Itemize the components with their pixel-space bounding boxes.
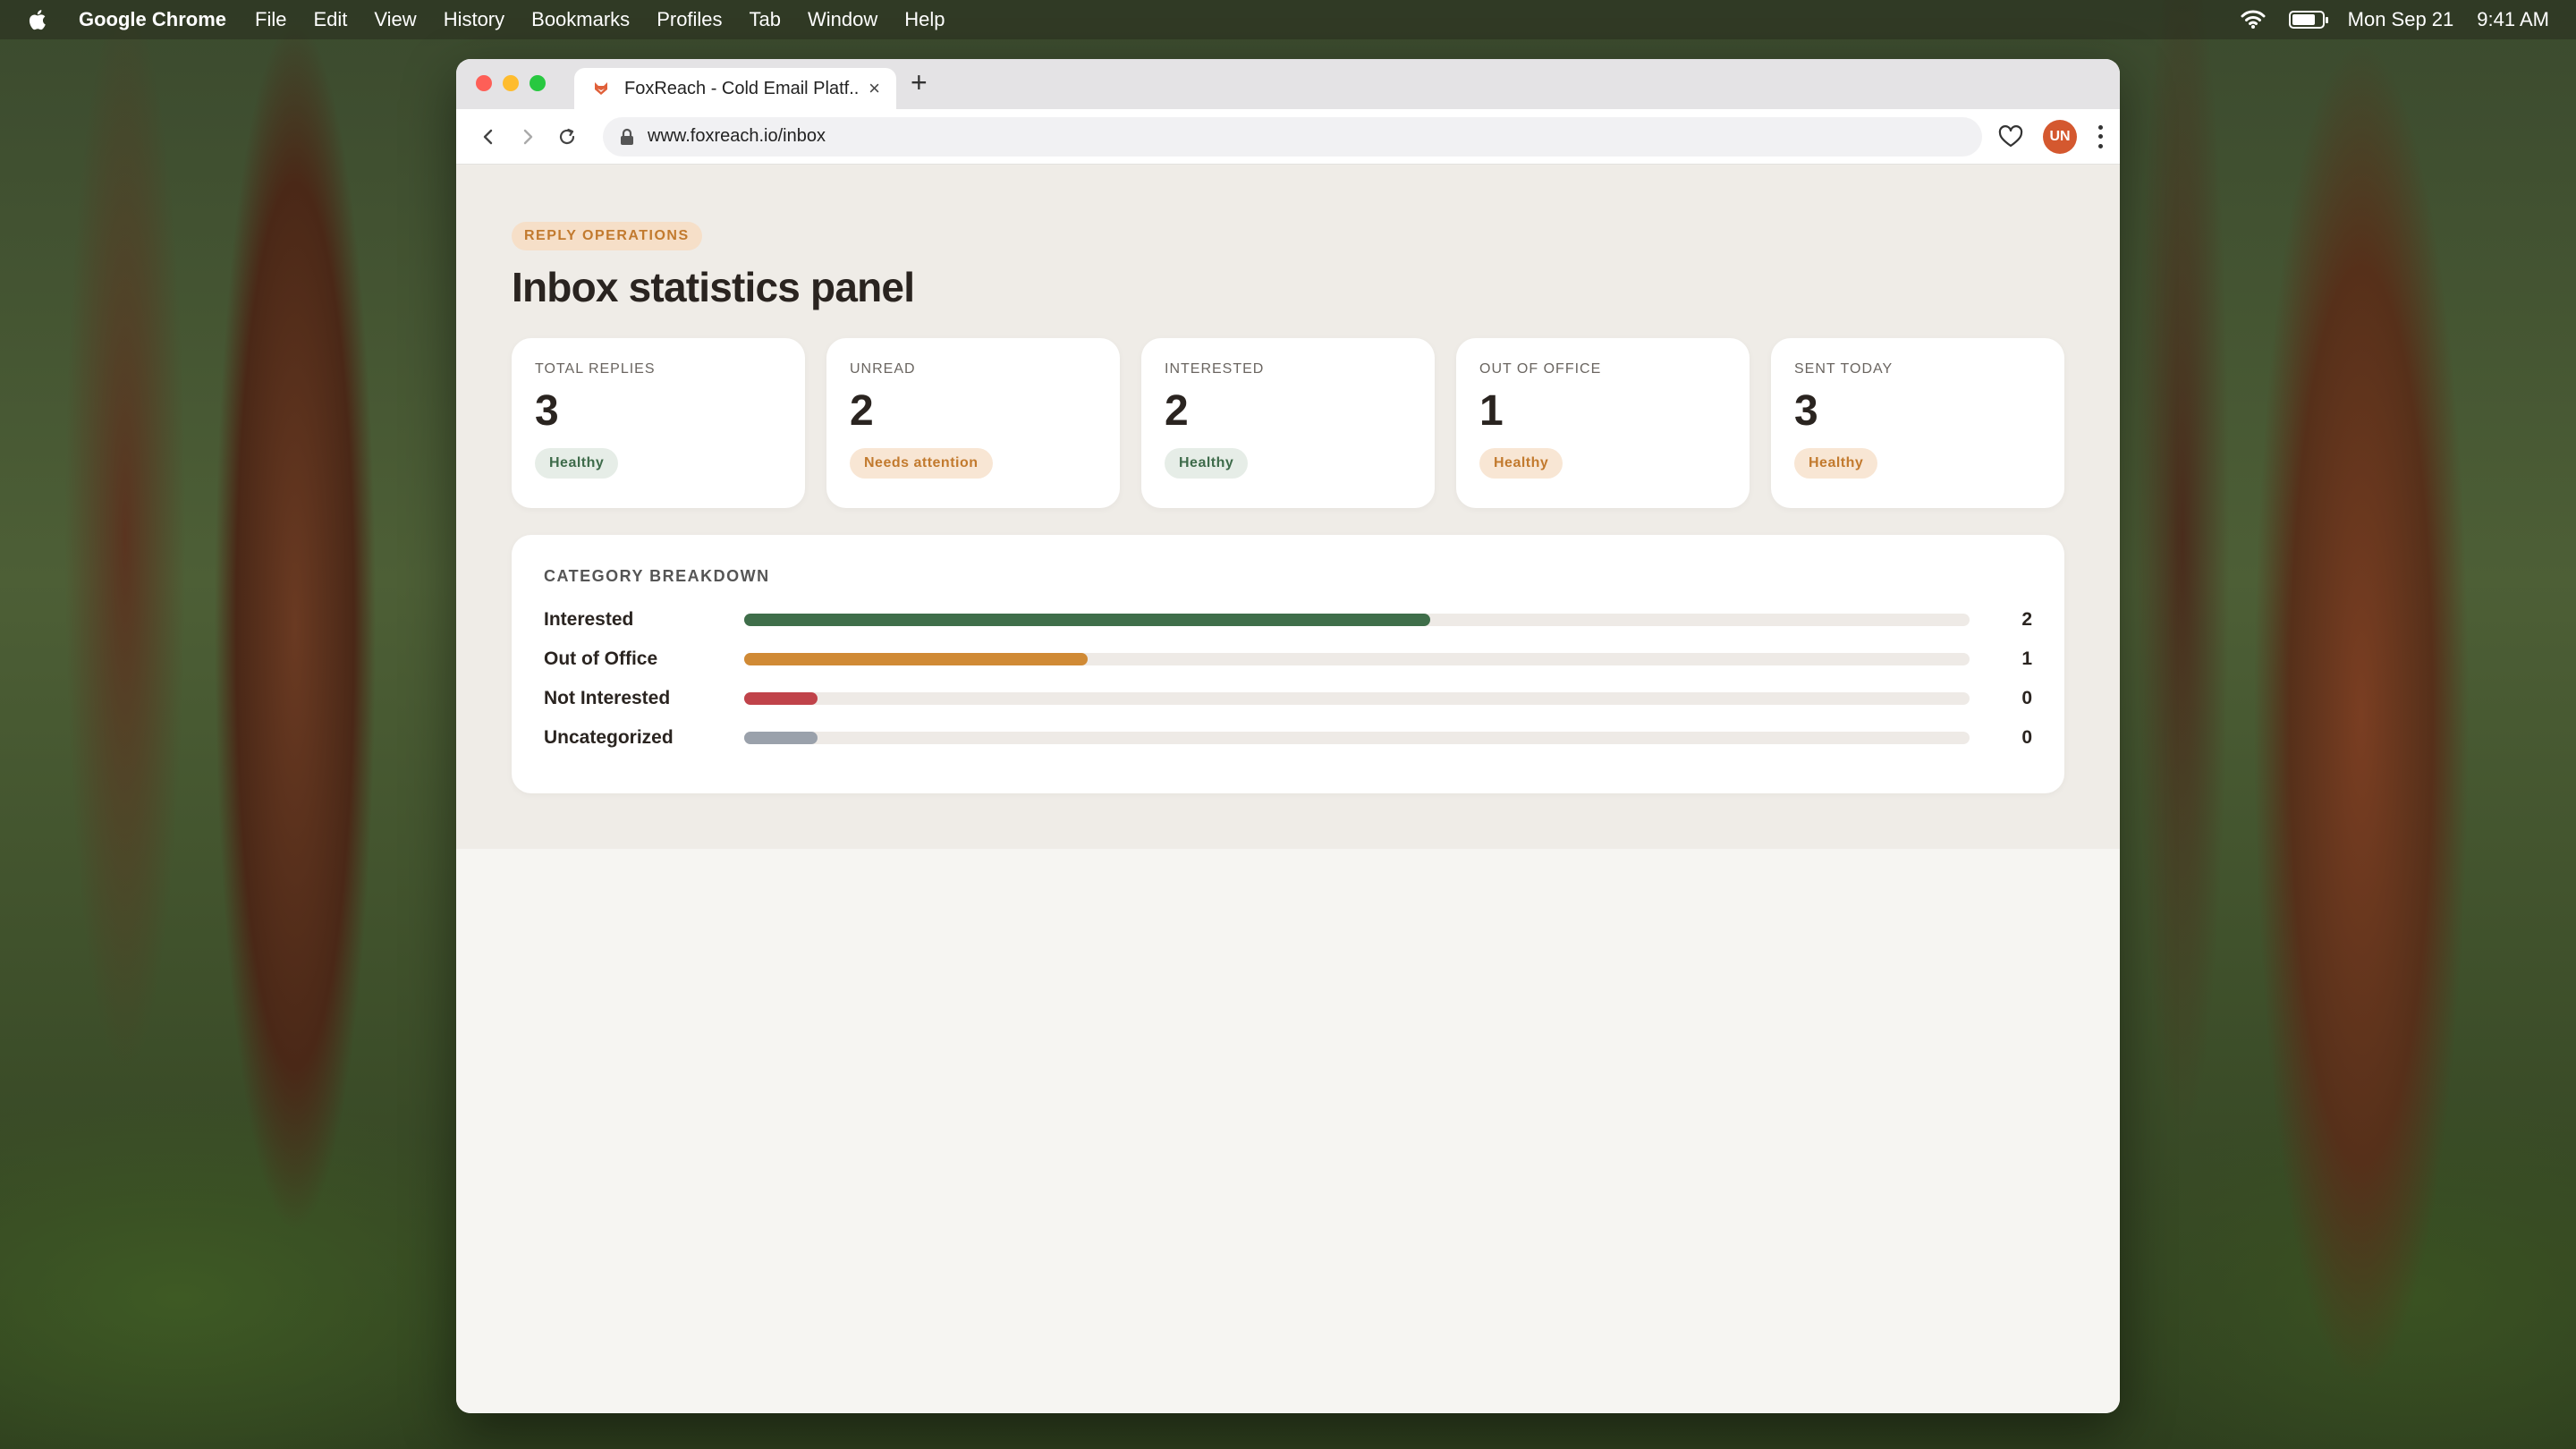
status-badge: Healthy bbox=[535, 448, 619, 479]
heart-icon[interactable] bbox=[1998, 124, 2023, 148]
breakdown-title: CATEGORY BREAKDOWN bbox=[544, 567, 770, 585]
page-content: REPLY OPERATIONS Inbox statistics panel … bbox=[456, 165, 2120, 1413]
menu-bookmarks[interactable]: Bookmarks bbox=[531, 8, 630, 31]
stat-card-out-of-office: OUT OF OFFICE 1 Healthy bbox=[1456, 338, 1750, 508]
status-badge: Healthy bbox=[1794, 448, 1878, 479]
forward-arrow-icon[interactable] bbox=[512, 121, 544, 153]
category-bar-track bbox=[744, 692, 1970, 705]
category-bar-track bbox=[744, 614, 1970, 626]
stat-label: INTERESTED bbox=[1165, 361, 1265, 377]
close-window-button[interactable] bbox=[476, 75, 492, 91]
menu-help[interactable]: Help bbox=[904, 8, 945, 31]
menu-date[interactable]: Mon Sep 21 bbox=[2348, 8, 2454, 31]
stat-value: 3 bbox=[1794, 387, 1818, 435]
stat-card-interested: INTERESTED 2 Healthy bbox=[1141, 338, 1435, 508]
stat-label: UNREAD bbox=[850, 361, 916, 377]
stat-value: 1 bbox=[1479, 387, 1504, 435]
tab-foxreach[interactable]: FoxReach - Cold Email Platf... × bbox=[574, 68, 896, 109]
category-bar-fill bbox=[744, 614, 1431, 626]
more-menu-icon[interactable] bbox=[2097, 124, 2104, 148]
page-title: Inbox statistics panel bbox=[512, 264, 915, 310]
menu-window[interactable]: Window bbox=[808, 8, 877, 31]
status-badge: Needs attention bbox=[850, 448, 993, 479]
menu-bar-status: Mon Sep 21 9:41 AM bbox=[2241, 8, 2549, 31]
stat-value: 2 bbox=[1165, 387, 1189, 435]
category-label: Interested bbox=[544, 609, 634, 630]
menu-edit[interactable]: Edit bbox=[313, 8, 347, 31]
stat-value: 3 bbox=[535, 387, 559, 435]
category-count: 0 bbox=[2021, 688, 2032, 708]
category-bar-fill bbox=[744, 692, 818, 705]
breakdown-row-not-interested: Not Interested 0 bbox=[544, 679, 2032, 718]
category-bar-track bbox=[744, 653, 1970, 665]
profile-avatar[interactable]: UN bbox=[2043, 119, 2077, 154]
category-bar-fill bbox=[744, 653, 1088, 665]
menu-history[interactable]: History bbox=[444, 8, 504, 31]
status-badge: Healthy bbox=[1479, 448, 1563, 479]
breakdown-row-uncategorized: Uncategorized 0 bbox=[544, 718, 2032, 758]
new-tab-plus-icon[interactable]: + bbox=[911, 68, 928, 97]
stat-card-sent-today: SENT TODAY 3 Healthy bbox=[1771, 338, 2064, 508]
status-badge: Healthy bbox=[1165, 448, 1249, 479]
stat-card-total-replies: TOTAL REPLIES 3 Healthy bbox=[512, 338, 805, 508]
fox-favicon-icon bbox=[595, 82, 607, 95]
battery-icon[interactable] bbox=[2288, 11, 2328, 29]
menu-tab[interactable]: Tab bbox=[750, 8, 781, 31]
back-arrow-icon[interactable] bbox=[472, 121, 504, 153]
minimize-window-button[interactable] bbox=[503, 75, 519, 91]
menu-app-name[interactable]: Google Chrome bbox=[79, 8, 226, 31]
maximize-window-button[interactable] bbox=[530, 75, 546, 91]
stat-label: OUT OF OFFICE bbox=[1479, 361, 1602, 377]
category-count: 0 bbox=[2021, 727, 2032, 748]
url-text: www.foxreach.io/inbox bbox=[648, 126, 826, 146]
category-count: 2 bbox=[2021, 609, 2032, 630]
inbox-statistics-panel: REPLY OPERATIONS Inbox statistics panel … bbox=[456, 165, 2120, 849]
category-breakdown-card: CATEGORY BREAKDOWN Interested 2 Out of O… bbox=[512, 535, 2064, 793]
window-controls bbox=[476, 75, 546, 91]
category-bar-track bbox=[744, 732, 1970, 744]
menu-time[interactable]: 9:41 AM bbox=[2477, 8, 2549, 31]
stat-card-unread: UNREAD 2 Needs attention bbox=[826, 338, 1120, 508]
tab-close-icon[interactable]: × bbox=[869, 77, 880, 100]
stats-row: TOTAL REPLIES 3 Healthy UNREAD 2 Needs a… bbox=[512, 338, 2064, 508]
breakdown-row-interested: Interested 2 bbox=[544, 600, 2032, 640]
browser-toolbar: www.foxreach.io/inbox UN bbox=[456, 109, 2120, 165]
menu-file[interactable]: File bbox=[255, 8, 286, 31]
reload-icon[interactable] bbox=[551, 121, 583, 153]
wifi-icon[interactable] bbox=[2241, 10, 2266, 30]
stat-label: SENT TODAY bbox=[1794, 361, 1894, 377]
category-bar-fill bbox=[744, 732, 818, 744]
category-label: Not Interested bbox=[544, 688, 671, 708]
section-eyebrow: REPLY OPERATIONS bbox=[512, 222, 702, 250]
breakdown-row-out-of-office: Out of Office 1 bbox=[544, 640, 2032, 679]
category-label: Uncategorized bbox=[544, 727, 674, 748]
stat-value: 2 bbox=[850, 387, 874, 435]
category-label: Out of Office bbox=[544, 648, 658, 669]
apple-icon[interactable] bbox=[27, 8, 48, 31]
lock-icon bbox=[621, 128, 633, 145]
address-bar[interactable]: www.foxreach.io/inbox bbox=[603, 116, 1982, 157]
toolbar-actions: UN bbox=[1998, 119, 2104, 154]
browser-window: FoxReach - Cold Email Platf... × + www.f… bbox=[456, 59, 2120, 1413]
stat-label: TOTAL REPLIES bbox=[535, 361, 656, 377]
menu-profiles[interactable]: Profiles bbox=[657, 8, 722, 31]
tab-bar: FoxReach - Cold Email Platf... × + bbox=[456, 59, 2120, 109]
category-count: 1 bbox=[2021, 648, 2032, 669]
menu-view[interactable]: View bbox=[374, 8, 416, 31]
tab-title: FoxReach - Cold Email Platf... bbox=[624, 78, 860, 98]
menu-bar: Google Chrome File Edit View History Boo… bbox=[0, 0, 2576, 39]
